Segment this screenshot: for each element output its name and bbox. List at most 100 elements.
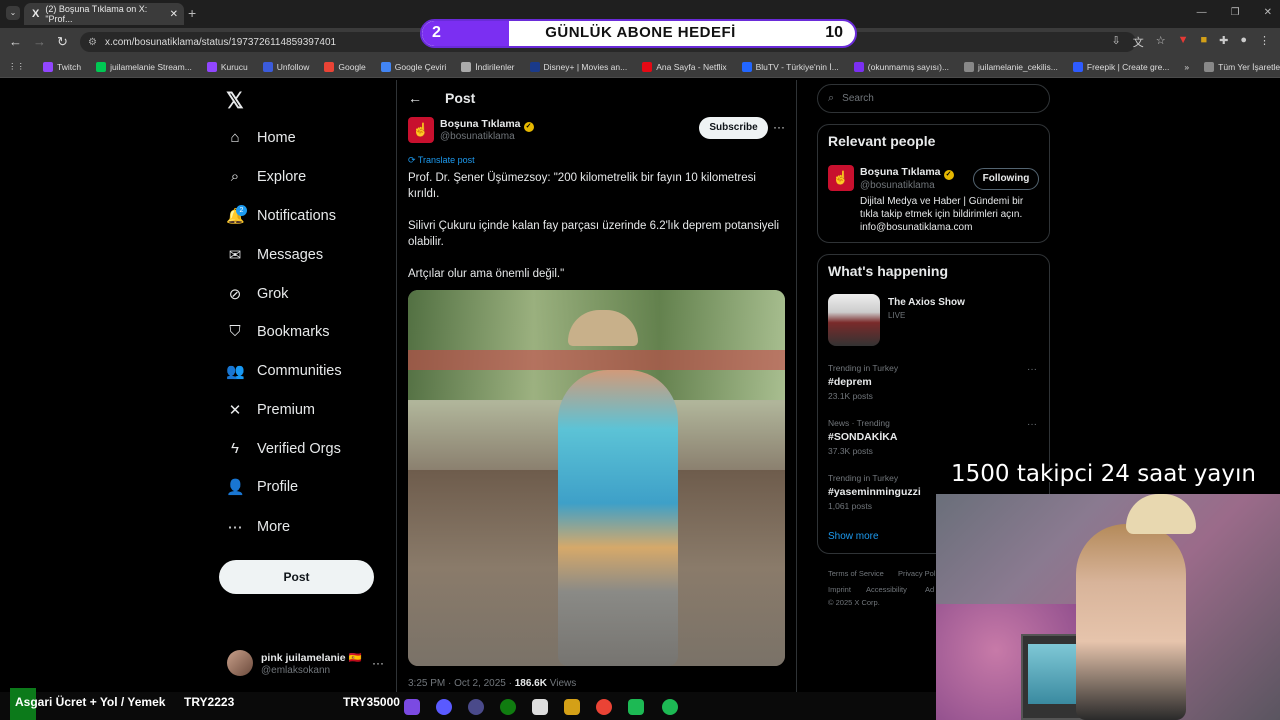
nav-item-more[interactable]: ⋯ More [226,518,291,536]
taskbar-app-icon[interactable] [468,699,484,715]
live-label: LIVE [888,311,906,320]
forward-icon[interactable]: → [33,34,46,49]
goal-target: 10 [825,24,843,41]
nav-item-communities[interactable]: 👥 Communities [226,362,342,380]
bookmark-item[interactable]: (okunmamış sayısı)... [853,61,949,72]
subscribe-button[interactable]: Subscribe [699,117,768,139]
menu-icon[interactable]: ⋮ [1259,34,1270,50]
all-bookmarks[interactable]: Tüm Yer İşaretleri [1204,61,1280,72]
trend-posts: 1,061 posts [828,501,872,511]
close-tab-icon[interactable]: ✕ [170,9,178,20]
close-window-icon[interactable]: ✕ [1264,7,1272,18]
account-more-icon[interactable]: ··· [372,656,384,670]
nav-item-messages[interactable]: ✉ Messages [226,246,323,264]
trend-name[interactable]: #yaseminminguzzi [828,486,921,498]
post-more-icon[interactable]: ··· [773,120,785,134]
post-photo[interactable] [408,290,785,666]
ticker-value: TRY2223 [184,695,235,709]
apps-icon[interactable]: ⋮⋮ [8,61,25,72]
tab-search-menu-icon[interactable]: ⌄ [6,6,20,20]
bookmark-item[interactable]: Twitch [43,61,81,72]
nav-item-bookmarks[interactable]: ⛉ Bookmarks [226,323,329,340]
account-avatar[interactable] [227,650,253,676]
translate-icon: ⟳ [408,155,418,165]
bookmark-item[interactable]: Google Çeviri [380,61,446,72]
site-info-icon[interactable]: ⚙ [88,37,97,48]
bookmark-item[interactable]: Freepik | Create gre... [1072,61,1169,72]
nav-item-verified-orgs[interactable]: ϟ Verified Orgs [226,440,341,457]
download-ext-icon[interactable]: ▼ [1178,34,1189,50]
new-tab-button[interactable]: + [188,5,196,21]
stream-overlay-text: 1500 takipci 24 saat yayın [951,461,1256,487]
bookmark-item[interactable]: Disney+ | Movies an... [529,61,627,72]
nav-item-premium[interactable]: ✕ Premium [226,401,315,419]
bookmark-item[interactable]: Kurucu [206,61,248,72]
nav-item-home[interactable]: ⌂ Home [226,129,295,146]
taskbar-app-icon[interactable] [532,699,548,715]
following-button[interactable]: Following [973,168,1039,190]
footer-link[interactable]: Accessibility [866,585,907,594]
footer-link[interactable]: Privacy Pol [898,569,936,578]
author-handle[interactable]: @bosunatiklama [440,131,515,142]
nav-item-profile[interactable]: 👤 Profile [226,478,298,496]
footer-link[interactable]: Imprint [828,585,851,594]
bookmark-favicon-icon [529,61,540,72]
compose-post-button[interactable]: Post [219,560,374,594]
nav-item-grok[interactable]: ⊘ Grok [226,285,289,303]
taskbar-app-icon[interactable] [564,699,580,715]
chrome-icon[interactable] [596,699,612,715]
spotify-icon[interactable] [662,699,678,715]
nav-item-explore[interactable]: ⌕ Explore [226,168,306,185]
bookmark-item[interactable]: Google [324,61,366,72]
profile-icon[interactable]: ● [1240,34,1247,50]
taskbar-app-icon[interactable] [628,699,644,715]
taskbar-app-icon[interactable] [436,699,452,715]
taskbar-app-icon[interactable] [404,699,420,715]
xbox-icon[interactable] [500,699,516,715]
trend-posts: 23.1K posts [828,391,873,401]
restore-icon[interactable]: ❐ [1231,7,1240,18]
translate-icon[interactable]: 文 [1133,34,1144,50]
minimize-icon[interactable]: — [1197,7,1207,18]
reload-icon[interactable]: ↻ [57,34,68,50]
install-icon[interactable]: ⇩ [1111,34,1120,50]
webcam-monitor-screen [1028,644,1083,704]
puzzle-icon[interactable]: ✚ [1219,34,1228,50]
communities-icon: 👥 [226,363,245,380]
trend-name[interactable]: #SONDAKİKA [828,431,897,443]
author-name[interactable]: Boşuna Tıklama ✓ [440,118,534,132]
footer-link[interactable]: Ad [925,585,934,594]
extension-icon[interactable]: ■ [1200,34,1207,50]
trend-more-icon[interactable]: ··· [1027,364,1037,375]
bookmark-item[interactable]: juilamelanie Stream... [96,61,192,72]
bookmark-item[interactable]: BluTV - Türkiye'nin İ... [741,61,839,72]
relevant-handle[interactable]: @bosunatiklama [860,180,935,191]
webcam-feed [936,494,1280,720]
browser-tab[interactable]: X (2) Boşuna Tıklama on X: "Prof... ✕ [24,3,184,25]
axios-thumbnail[interactable] [828,294,880,346]
bookmark-item[interactable]: Unfollow [262,61,309,72]
search-input[interactable]: ⌕ Search [817,84,1050,113]
back-icon[interactable]: ← [9,34,22,49]
axios-show-title[interactable]: The Axios Show [888,297,965,308]
bookmark-item[interactable]: juilamelanie_cekilis... [964,61,1058,72]
show-more-link[interactable]: Show more [828,531,879,542]
footer-link[interactable]: Terms of Service [828,569,884,578]
relevant-name[interactable]: Boşuna Tıklama ✓ [860,166,954,180]
author-avatar[interactable]: ☝ [408,117,434,143]
bookmark-item[interactable]: İndirilenler [461,61,515,72]
bookmark-favicon-icon [43,61,53,72]
folder-icon [1204,61,1215,72]
trend-name[interactable]: #deprem [828,376,872,388]
bookmark-item[interactable]: Ana Sayfa - Netflix [642,61,727,72]
bookmarks-overflow-icon[interactable]: » [1184,62,1189,72]
trend-more-icon[interactable]: ··· [1027,419,1037,430]
trend-posts: 37.3K posts [828,446,873,456]
translate-post-link[interactable]: ⟳ Translate post [408,155,475,166]
account-name[interactable]: pink juilamelanie 🇪🇸 [261,651,362,664]
relevant-avatar[interactable]: ☝ [828,165,854,191]
x-logo-icon[interactable]: 𝕏 [226,88,244,114]
relevant-bio: Dijital Medya ve Haber | Gündemi bir tık… [860,196,1024,233]
star-icon[interactable]: ☆ [1156,34,1166,50]
back-arrow-icon[interactable]: ← [408,90,422,106]
